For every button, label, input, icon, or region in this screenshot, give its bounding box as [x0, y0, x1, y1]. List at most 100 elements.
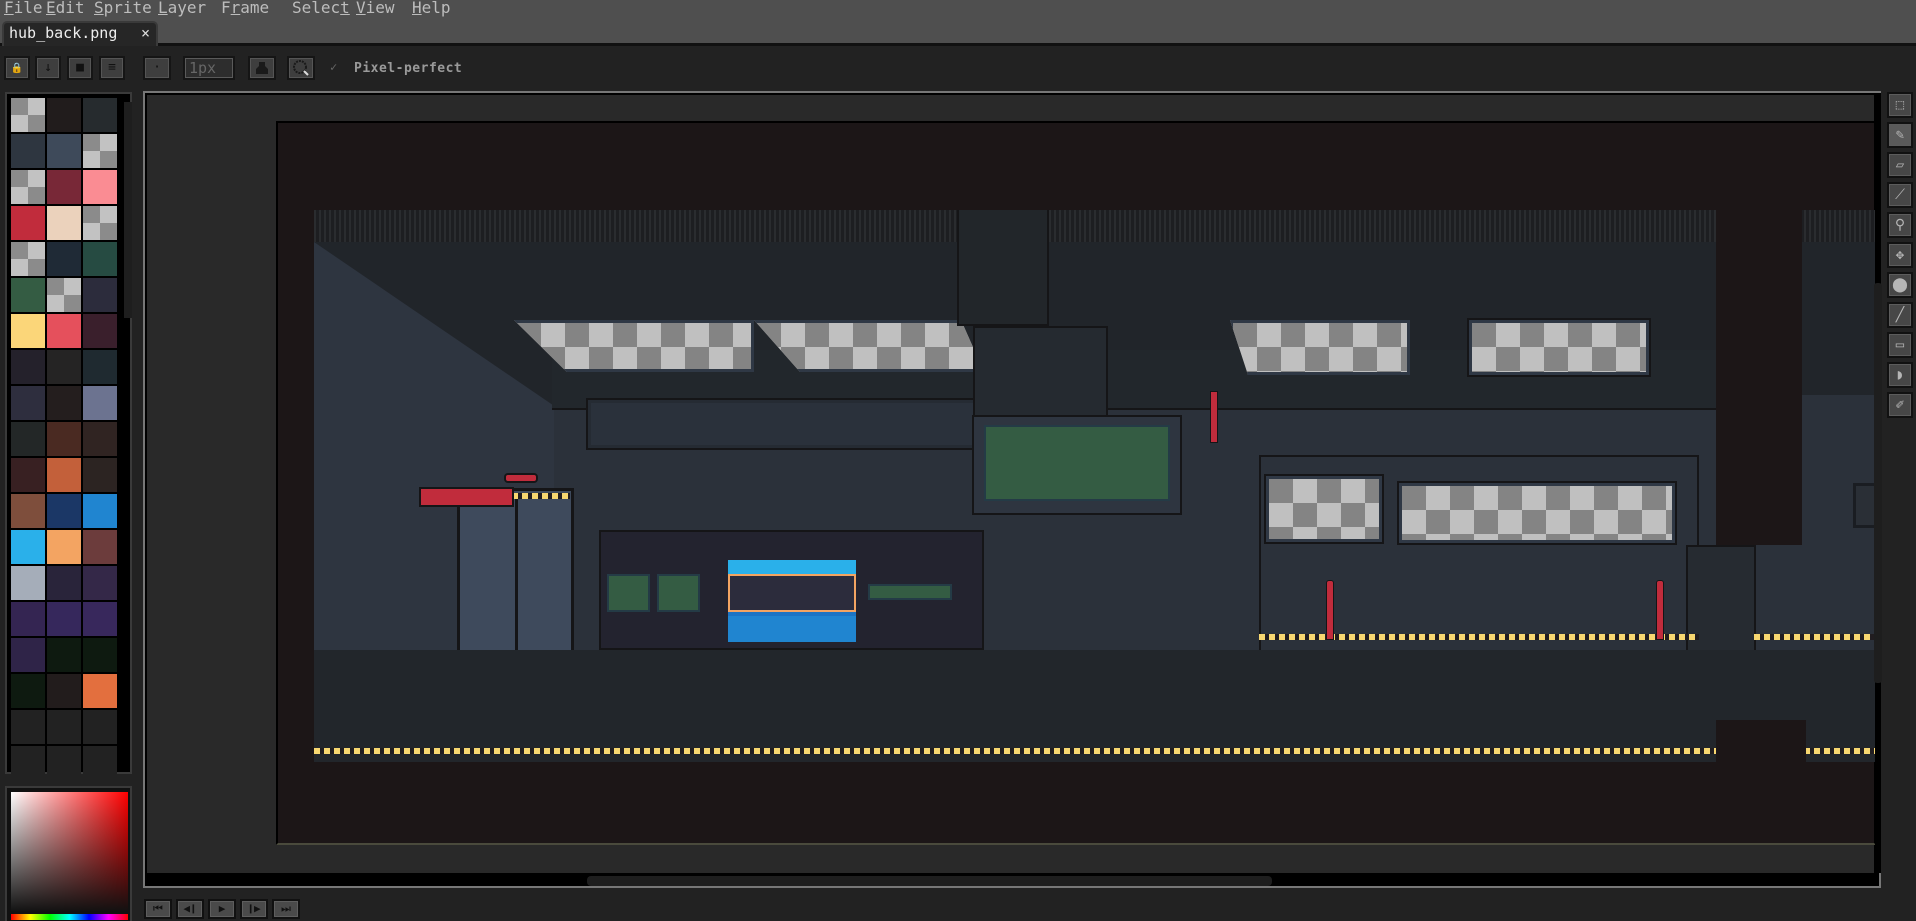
saturation-value-field[interactable]: [11, 792, 128, 912]
close-tab-icon[interactable]: ×: [141, 23, 150, 43]
palette-swatch[interactable]: [47, 170, 81, 204]
palette-swatch[interactable]: [11, 710, 45, 744]
palette-swatch[interactable]: [11, 350, 45, 384]
palette-swatch[interactable]: [11, 206, 45, 240]
palette-swatch[interactable]: [11, 674, 45, 708]
palette-swatch[interactable]: [83, 314, 117, 348]
palette-swatch[interactable]: [83, 602, 117, 636]
sprite-canvas[interactable]: [276, 121, 1878, 845]
palette-swatch[interactable]: [47, 530, 81, 564]
lock-button[interactable]: 🔒: [4, 56, 30, 80]
horizontal-scrollbar-thumb[interactable]: [587, 876, 1272, 886]
palette-scrollbar[interactable]: [124, 102, 132, 318]
play-button[interactable]: ▶: [208, 899, 236, 919]
palette-swatch[interactable]: [47, 674, 81, 708]
palette-swatch[interactable]: [83, 674, 117, 708]
pixel-grid-button[interactable]: [287, 56, 315, 80]
palette-swatch[interactable]: [11, 242, 45, 276]
last-frame-button[interactable]: ⏭: [272, 899, 300, 919]
palette-swatch[interactable]: [83, 638, 117, 672]
palette-swatch[interactable]: [83, 530, 117, 564]
tool-line[interactable]: ╱: [1887, 302, 1913, 328]
palette-swatch[interactable]: [83, 494, 117, 528]
tool-eyedropper[interactable]: ⟋: [1887, 182, 1913, 208]
palette-swatch[interactable]: [47, 134, 81, 168]
merge-down-button[interactable]: ↓: [35, 56, 61, 80]
options-menu-button[interactable]: ≡: [99, 56, 125, 80]
first-frame-button[interactable]: ⏮: [144, 899, 172, 919]
menu-accelerator-key: H: [412, 0, 422, 17]
palette-swatch[interactable]: [83, 422, 117, 456]
previous-frame-button[interactable]: ◀❙: [176, 899, 204, 919]
palette-swatch[interactable]: [11, 458, 45, 492]
play-icon: ▶: [218, 902, 226, 915]
tool-zoom[interactable]: ⚲: [1887, 212, 1913, 238]
tool-lasso[interactable]: ◗: [1887, 362, 1913, 388]
palette-swatch[interactable]: [11, 638, 45, 672]
palette-swatch[interactable]: [47, 278, 81, 312]
palette-swatch[interactable]: [83, 242, 117, 276]
palette-swatch[interactable]: [11, 314, 45, 348]
palette-swatch[interactable]: [47, 422, 81, 456]
palette-swatch[interactable]: [11, 422, 45, 456]
palette-swatch[interactable]: [47, 314, 81, 348]
tool-pencil[interactable]: ✎: [1887, 122, 1913, 148]
palette-swatch[interactable]: [11, 386, 45, 420]
menu-frame[interactable]: Frame: [221, 0, 269, 17]
palette-swatch[interactable]: [47, 458, 81, 492]
palette-swatch[interactable]: [47, 710, 81, 744]
palette-swatch[interactable]: [11, 494, 45, 528]
palette-swatch[interactable]: [47, 242, 81, 276]
tool-rectangular-marquee[interactable]: ⬚: [1887, 92, 1913, 118]
palette-swatch[interactable]: [47, 602, 81, 636]
palette-swatch[interactable]: [47, 566, 81, 600]
palette-swatch[interactable]: [11, 98, 45, 132]
palette-swatch[interactable]: [47, 494, 81, 528]
palette-swatch[interactable]: [83, 134, 117, 168]
tool-eraser[interactable]: ▱: [1887, 152, 1913, 178]
next-frame-button[interactable]: ❙▶: [240, 899, 268, 919]
menu-edit[interactable]: Edit: [46, 0, 85, 17]
palette-swatch[interactable]: [11, 170, 45, 204]
fill-button[interactable]: ■: [67, 56, 93, 80]
palette-swatch[interactable]: [83, 170, 117, 204]
palette-swatch[interactable]: [11, 566, 45, 600]
palette-swatch[interactable]: [83, 350, 117, 384]
palette-swatch[interactable]: [11, 278, 45, 312]
palette-swatch[interactable]: [11, 746, 45, 780]
ink-button[interactable]: [248, 56, 276, 80]
vertical-scrollbar-thumb[interactable]: [1874, 283, 1882, 683]
palette-swatch[interactable]: [47, 386, 81, 420]
palette-swatch[interactable]: [83, 98, 117, 132]
menu-select[interactable]: Select: [292, 0, 350, 17]
palette-swatch[interactable]: [47, 206, 81, 240]
palette-swatch[interactable]: [83, 278, 117, 312]
tool-move[interactable]: ✥: [1887, 242, 1913, 268]
menu-sprite[interactable]: Sprite: [94, 0, 152, 17]
tool-spray[interactable]: ✐: [1887, 392, 1913, 418]
pixel-perfect-checkbox[interactable]: ✓: [330, 60, 344, 74]
palette-swatch[interactable]: [83, 206, 117, 240]
palette-swatch[interactable]: [83, 746, 117, 780]
hue-slider[interactable]: [11, 914, 128, 920]
palette-swatch[interactable]: [11, 602, 45, 636]
palette-swatch[interactable]: [11, 530, 45, 564]
palette-swatch[interactable]: [11, 134, 45, 168]
palette-swatch[interactable]: [83, 566, 117, 600]
menu-layer[interactable]: Layer: [158, 0, 206, 17]
palette-swatch[interactable]: [83, 710, 117, 744]
menu-help[interactable]: Help: [412, 0, 451, 17]
palette-swatch[interactable]: [83, 386, 117, 420]
palette-swatch[interactable]: [47, 638, 81, 672]
document-tab[interactable]: hub_back.png ×: [2, 21, 158, 46]
palette-swatch[interactable]: [83, 458, 117, 492]
brush-size-input[interactable]: 1px: [183, 56, 235, 80]
tool-paint-bucket[interactable]: ⬤: [1887, 272, 1913, 298]
menu-view[interactable]: View: [356, 0, 395, 17]
palette-swatch[interactable]: [47, 98, 81, 132]
brush-type-button[interactable]: ·: [143, 56, 171, 80]
tool-rectangle[interactable]: ▭: [1887, 332, 1913, 358]
palette-swatch[interactable]: [47, 350, 81, 384]
palette-swatch[interactable]: [47, 746, 81, 780]
menu-file[interactable]: File: [4, 0, 43, 17]
